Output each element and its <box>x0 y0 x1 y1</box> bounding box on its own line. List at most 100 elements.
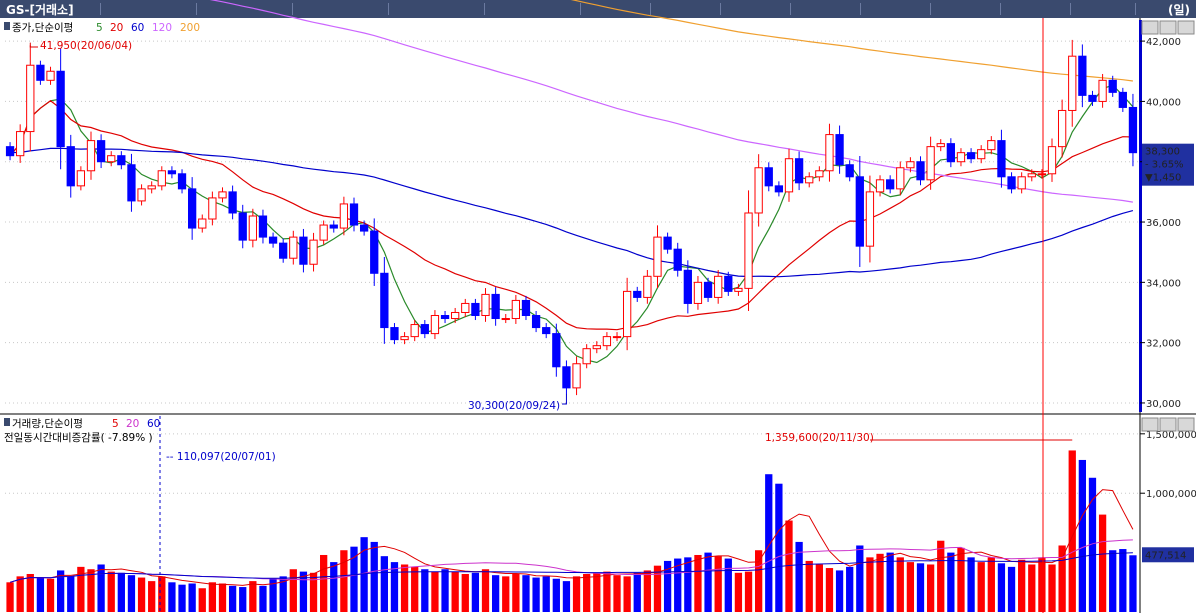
volume-bar <box>947 552 955 612</box>
volume-bar <box>451 571 459 612</box>
volume-bar <box>734 572 743 612</box>
volume-bar <box>684 557 692 612</box>
candle-body <box>896 167 905 190</box>
candle-body <box>167 170 177 175</box>
volume-bar <box>1109 550 1117 612</box>
volume-bar <box>704 552 712 612</box>
volume-legend-ma-20: 20 <box>126 418 139 430</box>
volume-minimize-button[interactable] <box>1141 417 1159 432</box>
candle-body <box>1057 109 1067 148</box>
candle-body <box>815 170 824 178</box>
candle-body <box>349 203 359 226</box>
volume-bar <box>360 537 368 612</box>
candle-body <box>886 179 895 190</box>
volume-bar <box>977 562 985 612</box>
candle-body <box>673 248 682 271</box>
volume-maximize-button[interactable] <box>1159 417 1177 432</box>
candle-body <box>76 170 86 187</box>
volume-bar <box>785 520 793 612</box>
price-legend-ma-120: 120 <box>152 22 172 34</box>
candle-body <box>177 173 187 190</box>
stock-chart[interactable]: 42,00040,00038,00036,00034,00032,00030,0… <box>0 0 1196 613</box>
candle-body <box>1128 106 1138 154</box>
volume-legend-ma-60: 60 <box>147 418 160 430</box>
candle-body <box>218 191 227 199</box>
volume-bar <box>643 570 652 612</box>
volume-bar <box>158 576 166 612</box>
candle-body <box>956 152 966 163</box>
minimize-button[interactable] <box>1141 20 1159 35</box>
price-tick-label: 36,000 <box>1146 218 1181 229</box>
price-tick-label: 40,000 <box>1146 97 1181 108</box>
candle-body <box>633 290 642 298</box>
volume-bar <box>481 569 490 612</box>
volume-bar <box>168 582 176 612</box>
volume-bar <box>744 571 753 612</box>
candle-body <box>107 155 116 163</box>
volume-bar <box>572 576 581 612</box>
volume-bar <box>583 573 591 612</box>
candle-body <box>531 315 541 329</box>
candle-body <box>96 140 106 163</box>
volume-bar <box>937 540 945 612</box>
volume-legend-ma-5: 5 <box>112 418 119 430</box>
candle-body <box>1078 55 1087 96</box>
candle-body <box>946 143 955 163</box>
candle-body <box>916 161 925 181</box>
candle-body <box>228 191 237 214</box>
volume-bar <box>502 576 510 612</box>
candle-body <box>855 176 864 247</box>
volume-bar <box>330 562 338 612</box>
price-tick-label: 34,000 <box>1146 278 1181 289</box>
candle-body <box>127 164 136 202</box>
volume-bar <box>755 550 763 612</box>
candle-body <box>825 134 834 172</box>
volume-bar <box>714 556 722 612</box>
candle-body <box>481 293 490 317</box>
candle-body <box>744 212 753 289</box>
volume-bar <box>431 571 439 612</box>
candle-body <box>289 236 298 259</box>
volume-bar <box>967 557 975 612</box>
volume-bar <box>178 584 186 612</box>
candle-body <box>66 146 75 187</box>
volume-bar <box>866 557 874 612</box>
candle-body <box>26 64 35 133</box>
candle-body <box>451 311 460 320</box>
candle-body <box>936 143 945 148</box>
maximize-button[interactable] <box>1159 20 1177 35</box>
price-tick-label: 32,000 <box>1146 339 1181 350</box>
volume-tick-label: 1,000,000 <box>1146 489 1196 500</box>
candle-body <box>279 242 288 259</box>
candle-body <box>400 336 409 341</box>
candle-body <box>592 345 601 350</box>
close-button[interactable] <box>1177 20 1195 35</box>
candle-body <box>491 293 500 320</box>
volume-bar <box>228 585 237 612</box>
candle-body <box>875 179 885 193</box>
candle-body <box>410 324 419 338</box>
volume-bar <box>957 547 965 612</box>
volume-bar <box>532 577 540 612</box>
candle-body <box>987 140 996 151</box>
price-axis-accent <box>1139 20 1142 412</box>
candle-body <box>542 327 551 335</box>
volume-bar <box>239 587 247 612</box>
candle-body <box>602 336 612 347</box>
volume-bar <box>815 564 823 612</box>
volume-bar <box>259 585 267 612</box>
candle-body <box>46 70 55 81</box>
volume-bar <box>765 474 773 612</box>
candle-body <box>268 236 278 244</box>
candle-body <box>835 134 844 166</box>
candle-body <box>380 272 389 329</box>
candle-body <box>117 155 126 166</box>
candle-body <box>906 161 915 169</box>
volume-bar <box>97 564 105 612</box>
volume-bar <box>390 562 399 612</box>
price-legend-title: 종가,단순이평 <box>12 22 73 34</box>
volume-bar <box>309 572 318 612</box>
volume-close-button[interactable] <box>1177 417 1195 432</box>
candle-body <box>471 302 480 317</box>
volume-bar <box>127 575 136 612</box>
